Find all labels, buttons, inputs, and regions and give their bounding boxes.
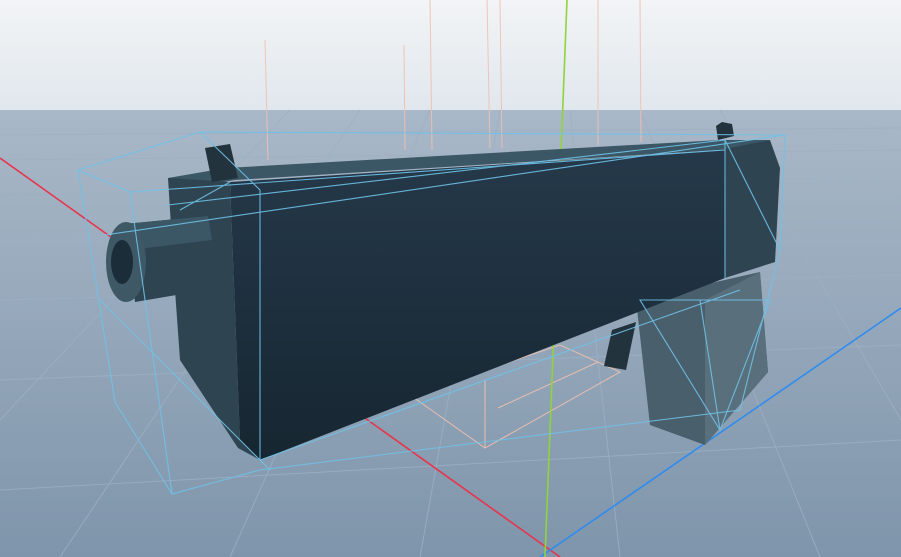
scene-viewport[interactable]	[0, 0, 901, 557]
rear-cap	[720, 140, 780, 278]
scene-canvas[interactable]	[0, 0, 901, 557]
sky-background	[0, 0, 901, 120]
muzzle-opening	[111, 240, 133, 284]
